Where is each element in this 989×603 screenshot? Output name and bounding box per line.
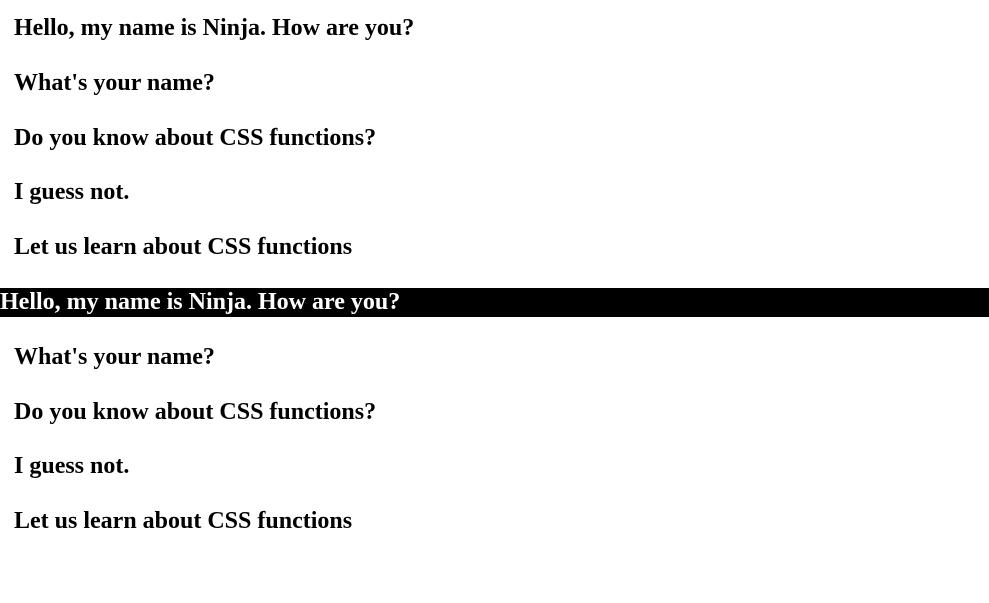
text-line-5: Let us learn about CSS functions (14, 233, 975, 262)
text-line-1: Hello, my name is Ninja. How are you? (14, 14, 975, 43)
text-line-10: Let us learn about CSS functions (14, 507, 975, 536)
text-line-6-highlighted: Hello, my name is Ninja. How are you? (0, 288, 989, 317)
text-line-8: Do you know about CSS functions? (14, 398, 975, 427)
text-line-3: Do you know about CSS functions? (14, 124, 975, 153)
text-line-9: I guess not. (14, 452, 975, 481)
text-line-2: What's your name? (14, 69, 975, 98)
text-line-4: I guess not. (14, 178, 975, 207)
text-line-7: What's your name? (14, 343, 975, 372)
